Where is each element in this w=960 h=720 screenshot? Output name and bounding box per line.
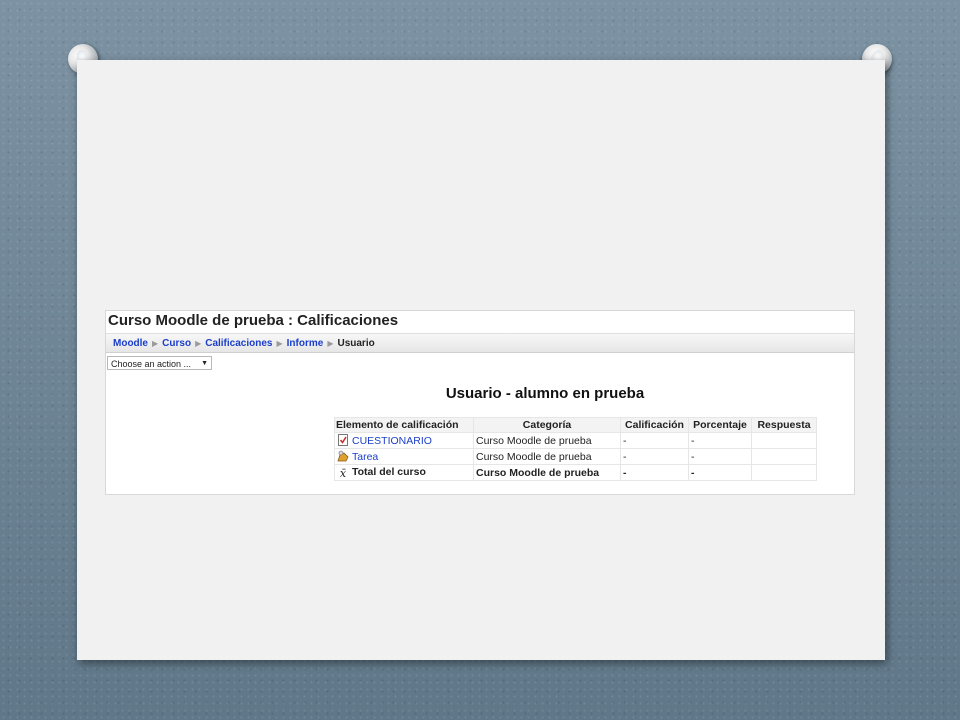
grade-cell: - (620, 464, 689, 481)
item-cell: CUESTIONARIO (334, 432, 474, 449)
table-row: CUESTIONARIO Curso Moodle de prueba - - (334, 432, 817, 449)
grade-cell: - (620, 432, 689, 449)
grades-table: Elemento de calificación Categoría Calif… (334, 417, 817, 481)
breadcrumb-separator-icon: ▶ (327, 339, 334, 348)
category-cell: Curso Moodle de prueba (473, 432, 621, 449)
column-header-category: Categoría (473, 417, 621, 433)
breadcrumb: Moodle ▶ Curso ▶ Calificaciones ▶ Informe ▶ Usua… (106, 333, 854, 353)
breadcrumb-separator-icon: ▶ (276, 339, 283, 348)
column-header-item: Elemento de calificación (334, 417, 474, 433)
table-header-row: Elemento de calificación Categoría Calif… (334, 417, 817, 433)
breadcrumb-calificaciones[interactable]: Calificaciones (205, 338, 272, 349)
table-row: x̄ Total del curso Curso Moodle de prueba… (334, 464, 817, 481)
category-cell: Curso Moodle de prueba (473, 464, 621, 481)
page-title: Curso Moodle de prueba : Calificaciones (108, 312, 399, 329)
percentage-cell: - (688, 464, 752, 481)
feedback-cell (751, 464, 817, 481)
column-header-percentage: Porcentaje (688, 417, 752, 433)
percentage-cell: - (688, 432, 752, 449)
assignment-icon (337, 450, 349, 462)
feedback-cell (751, 448, 817, 465)
breadcrumb-separator-icon: ▶ (152, 339, 159, 348)
moodle-screenshot: Curso Moodle de prueba : Calificaciones … (105, 310, 855, 495)
grade-cell: - (620, 448, 689, 465)
dropdown-arrow-icon: ▼ (201, 360, 208, 367)
feedback-cell (751, 432, 817, 449)
breadcrumb-current: Usuario (337, 338, 375, 349)
column-header-grade: Calificación (620, 417, 689, 433)
action-select-value: Choose an action ... (111, 359, 192, 369)
table-row: Tarea Curso Moodle de prueba - - (334, 448, 817, 465)
column-header-feedback: Respuesta (751, 417, 817, 433)
item-cell: x̄ Total del curso (334, 464, 474, 481)
action-select[interactable]: Choose an action ... ▼ (107, 356, 212, 370)
category-cell: Curso Moodle de prueba (473, 448, 621, 465)
item-label-total: Total del curso (352, 466, 426, 478)
breadcrumb-moodle[interactable]: Moodle (113, 338, 148, 349)
breadcrumb-separator-icon: ▶ (195, 339, 202, 348)
breadcrumb-curso[interactable]: Curso (162, 338, 191, 349)
item-link-tarea[interactable]: Tarea (352, 451, 378, 463)
percentage-cell: - (688, 448, 752, 465)
item-cell: Tarea (334, 448, 474, 465)
quiz-icon (338, 434, 348, 446)
item-link-cuestionario[interactable]: CUESTIONARIO (352, 435, 432, 447)
breadcrumb-informe[interactable]: Informe (287, 338, 324, 349)
total-icon: x̄ (339, 467, 347, 480)
report-heading: Usuario - alumno en prueba (445, 385, 645, 402)
